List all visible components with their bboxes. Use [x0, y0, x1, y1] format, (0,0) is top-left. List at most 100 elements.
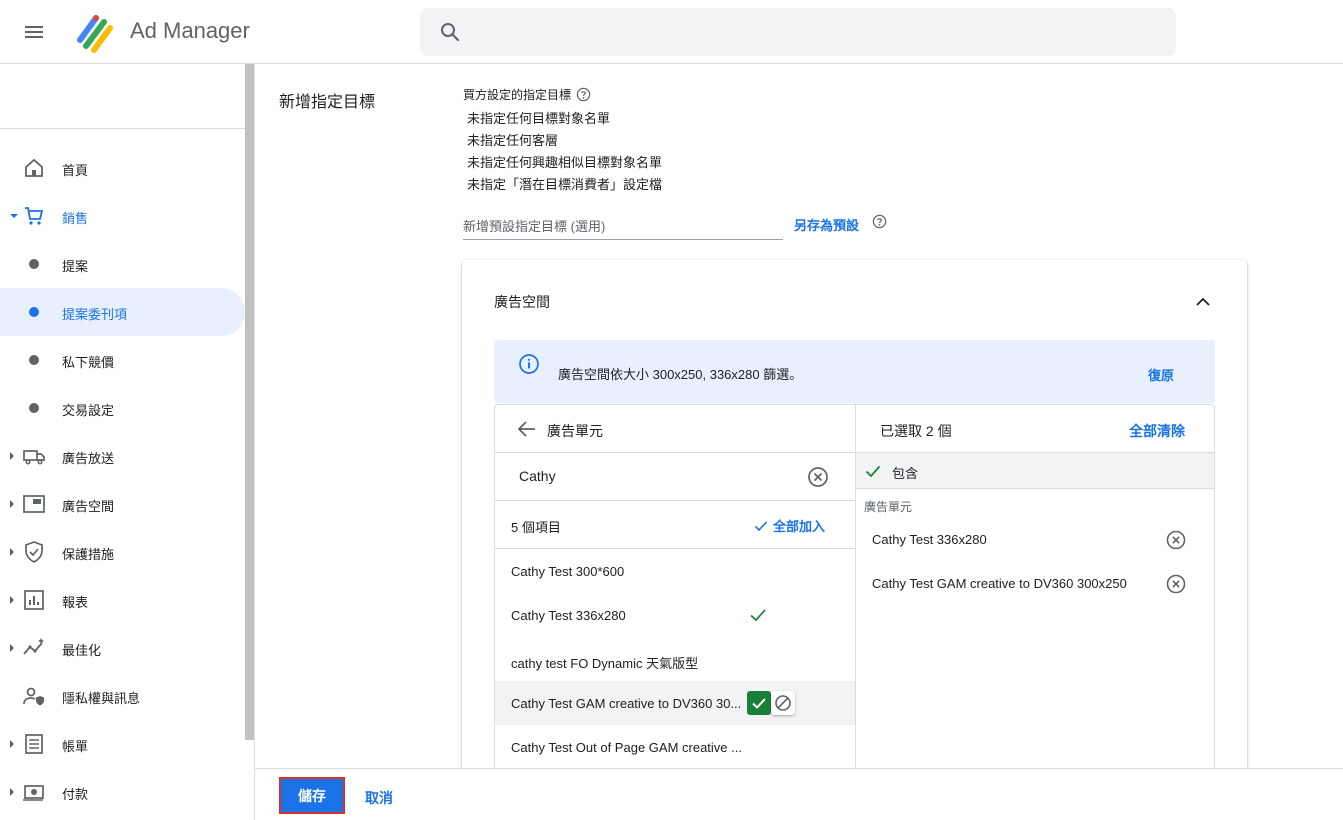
preset-targeting-input[interactable]: 新增預設指定目標 (選用) [463, 210, 783, 240]
pane-header-label: 廣告單元 [547, 423, 603, 439]
action-footer: 儲存 取消 [254, 768, 1343, 820]
cancel-button[interactable]: 取消 [365, 788, 393, 808]
menu-icon[interactable] [22, 20, 46, 44]
list-item[interactable]: cathy test FO Dynamic 天氣版型 [495, 638, 855, 682]
selected-pane: 已選取 2 個 全部清除 包含 廣告單元 Cathy Test 336x280 … [856, 405, 1214, 768]
available-pane: 廣告單元 Cathy 5 個項目 全部加入 Cathy Test 300*600 [495, 405, 856, 768]
sidebar-item-protections[interactable]: 保護措施 [0, 528, 245, 576]
payment-icon [23, 785, 44, 801]
billing-icon [25, 734, 43, 754]
arrow-back-icon[interactable] [515, 417, 539, 441]
list-item-label: Cathy Test 300*600 [511, 564, 625, 579]
list-item-label: cathy test FO Dynamic 天氣版型 [511, 656, 699, 671]
check-icon [865, 465, 881, 478]
sidebar-item-proposals[interactable]: 提案 [0, 240, 245, 288]
save-button[interactable]: 儲存 [279, 777, 345, 814]
result-count: 5 個項目 [511, 520, 561, 535]
sidebar-item-sales[interactable]: 銷售 [0, 192, 245, 240]
sidebar-item-label: 保護措施 [62, 547, 115, 562]
remove-icon[interactable] [1165, 573, 1187, 595]
ad-unit-search-input[interactable]: Cathy [495, 453, 855, 501]
remove-icon[interactable] [1165, 529, 1187, 551]
check-icon [754, 520, 768, 531]
help-icon[interactable] [576, 87, 591, 102]
list-item[interactable]: Cathy Test GAM creative to DV360 30... [495, 681, 855, 725]
buyer-targeting-label: 買方設定的指定目標 [463, 88, 572, 102]
selected-item-label: Cathy Test 336x280 [872, 532, 987, 547]
include-group-header: 包含 [856, 453, 1214, 489]
sidebar-item-home[interactable]: 首頁 [0, 144, 245, 192]
add-all-button[interactable]: 全部加入 [753, 516, 825, 535]
info-icon [519, 354, 539, 374]
selected-pane-header: 已選取 2 個 全部清除 [856, 405, 1214, 453]
bullet-dot-icon [29, 259, 39, 269]
ad-manager-logo-icon [77, 15, 113, 53]
truck-icon [23, 450, 45, 465]
sidebar-item-optimization[interactable]: 最佳化 [0, 624, 245, 672]
add-all-label: 全部加入 [773, 519, 826, 534]
inventory-picker: 廣告單元 Cathy 5 個項目 全部加入 Cathy Test 300*600 [494, 404, 1215, 768]
buyer-targeting-line: 未指定任何目標對象名單 [467, 111, 611, 126]
block-icon [775, 695, 791, 711]
selected-check-icon [750, 609, 766, 622]
available-pane-header: 廣告單元 [495, 405, 855, 453]
sidebar-item-label: 銷售 [62, 211, 89, 226]
buyer-targeting-line: 未指定「潛在目標消費者」設定檔 [467, 177, 663, 192]
sidebar-item-delivery[interactable]: 廣告放送 [0, 432, 245, 480]
help-icon[interactable] [872, 214, 887, 229]
bullet-dot-icon [29, 355, 39, 365]
list-item[interactable]: Cathy Test Out of Page GAM creative ... [495, 725, 855, 768]
list-item[interactable]: Cathy Test 336x280 [495, 593, 855, 637]
filter-info-banner: 廣告空間依大小 300x250, 336x280 篩選。 復原 [494, 340, 1215, 403]
main-content: 新增指定目標 買方設定的指定目標 未指定任何目標對象名單 未指定任何客層 未指定… [254, 64, 1343, 768]
expand-caret-icon [10, 740, 14, 748]
selected-item-label: Cathy Test GAM creative to DV360 300x250 [872, 576, 1127, 591]
buyer-targeting-title: 買方設定的指定目標 [463, 86, 591, 103]
ad-unit-group-label: 廣告單元 [864, 500, 913, 514]
sidebar-item-label: 交易設定 [62, 403, 115, 418]
exclude-button[interactable] [771, 691, 795, 715]
inventory-icon [23, 495, 45, 513]
restore-button[interactable]: 復原 [1148, 365, 1174, 384]
buyer-targeting-line: 未指定任何客層 [467, 133, 559, 148]
sidebar-item-privacy-messaging[interactable]: 隱私權與訊息 [0, 672, 245, 720]
check-icon [752, 698, 766, 709]
report-icon [24, 590, 44, 610]
top-app-bar: Ad Manager [0, 0, 1343, 64]
inventory-targeting-card: 廣告空間 廣告空間依大小 300x250, 336x280 篩選。 復原 廣告單… [462, 260, 1247, 768]
selected-item: Cathy Test 336x280 [856, 518, 1214, 562]
sidebar-item-inventory[interactable]: 廣告空間 [0, 480, 245, 528]
result-count-row: 5 個項目 全部加入 [495, 501, 855, 549]
sidebar-nav: 首頁 銷售 提案 提案委刊項 私下競價 交易設定 廣告放送 廣告空間 保護措施 [0, 64, 254, 820]
selected-item: Cathy Test GAM creative to DV360 300x250 [856, 562, 1214, 606]
optimize-icon [23, 638, 44, 655]
search-bar[interactable] [420, 8, 1176, 56]
sidebar-item-private-auctions[interactable]: 私下競價 [0, 336, 245, 384]
save-as-preset-button[interactable]: 另存為預設 [794, 215, 859, 234]
sidebar-scrollbar[interactable] [245, 64, 254, 740]
sidebar-item-label: 首頁 [62, 163, 89, 178]
sidebar-item-label: 提案委刊項 [62, 307, 128, 322]
sidebar-item-reports[interactable]: 報表 [0, 576, 245, 624]
sidebar-item-proposal-line-items[interactable]: 提案委刊項 [0, 288, 245, 336]
expand-caret-icon [10, 452, 14, 460]
sidebar-item-payments[interactable]: 付款 [0, 768, 245, 816]
sidebar-item-label: 帳單 [62, 739, 89, 754]
sidebar-item-label: 付款 [62, 787, 89, 802]
clear-search-icon[interactable] [806, 465, 830, 489]
list-item-label: Cathy Test GAM creative to DV360 30... [511, 696, 742, 711]
chevron-up-icon[interactable] [1191, 290, 1215, 314]
shield-icon [25, 541, 43, 563]
sidebar-item-deal-settings[interactable]: 交易設定 [0, 384, 245, 432]
sidebar-item-label: 提案 [62, 259, 89, 274]
selected-count: 已選取 2 個 [880, 423, 952, 439]
search-icon[interactable] [438, 20, 462, 44]
list-item[interactable]: Cathy Test 300*600 [495, 549, 855, 593]
section-title: 新增指定目標 [279, 94, 376, 111]
sidebar-item-billing[interactable]: 帳單 [0, 720, 245, 768]
clear-all-button[interactable]: 全部清除 [1129, 421, 1185, 441]
include-button[interactable] [747, 691, 771, 715]
buyer-targeting-line: 未指定任何興趣相似目標對象名單 [467, 155, 663, 170]
expand-caret-icon [10, 214, 18, 218]
include-label: 包含 [892, 466, 919, 481]
